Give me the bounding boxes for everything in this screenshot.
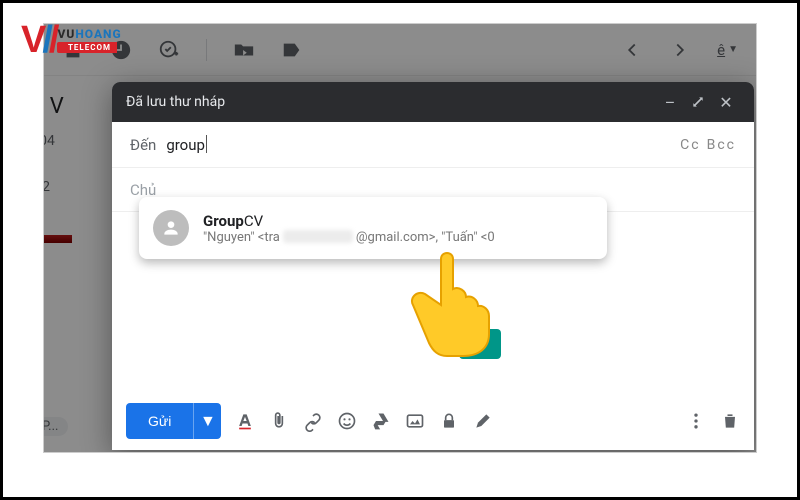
bcc-link[interactable]: Bcc xyxy=(707,137,736,153)
attach-icon[interactable] xyxy=(269,411,289,431)
lock-icon[interactable] xyxy=(439,411,459,431)
compose-header[interactable]: Đã lưu thư nháp – ✕ xyxy=(112,82,754,122)
link-icon[interactable] xyxy=(303,411,323,431)
separator xyxy=(206,39,207,61)
background-left-panel: g V <04 y 2 P... xyxy=(43,84,110,452)
minimize-icon[interactable]: – xyxy=(656,88,684,116)
add-task-icon[interactable] xyxy=(158,39,180,61)
contact-suggestion[interactable]: GroupCV "Nguyen" <tra@gmail.com>, "Tuấn"… xyxy=(139,197,607,259)
chevron-left-icon[interactable] xyxy=(621,39,643,61)
compose-title: Đã lưu thư nháp xyxy=(126,94,225,110)
image-icon[interactable] xyxy=(405,411,425,431)
font-format-icon[interactable] xyxy=(235,411,255,431)
emoji-icon[interactable] xyxy=(337,411,357,431)
account-chip[interactable]: ê ▼ xyxy=(717,41,738,59)
pen-icon[interactable] xyxy=(473,411,493,431)
close-icon[interactable]: ✕ xyxy=(712,88,740,116)
subject-input[interactable]: Chủ xyxy=(130,181,156,199)
pointing-hand-illustration xyxy=(399,229,519,383)
to-input[interactable]: group xyxy=(166,135,207,154)
expand-icon[interactable] xyxy=(684,88,712,116)
chevron-right-icon[interactable] xyxy=(669,39,691,61)
send-split-button[interactable]: Gửi ▼ xyxy=(126,403,221,439)
to-label: Đến xyxy=(130,136,156,154)
move-to-icon[interactable] xyxy=(233,39,255,61)
watermark-logo: V// VUHOANG TELECOM xyxy=(21,21,122,59)
message-toolbar: ê ▼ xyxy=(44,24,756,76)
person-icon xyxy=(153,210,189,246)
cc-link[interactable]: Cc xyxy=(680,137,700,153)
send-more-icon[interactable]: ▼ xyxy=(193,403,221,439)
label-icon[interactable] xyxy=(281,39,303,61)
compose-toolbar: Gửi ▼ xyxy=(112,392,754,450)
drive-icon[interactable] xyxy=(371,411,391,431)
more-icon[interactable] xyxy=(686,411,706,431)
to-field-row[interactable]: Đến group Cc Bcc xyxy=(112,122,754,168)
suggestion-name: GroupCV xyxy=(203,212,495,230)
send-button[interactable]: Gửi xyxy=(126,403,193,439)
trash-icon[interactable] xyxy=(720,411,740,431)
